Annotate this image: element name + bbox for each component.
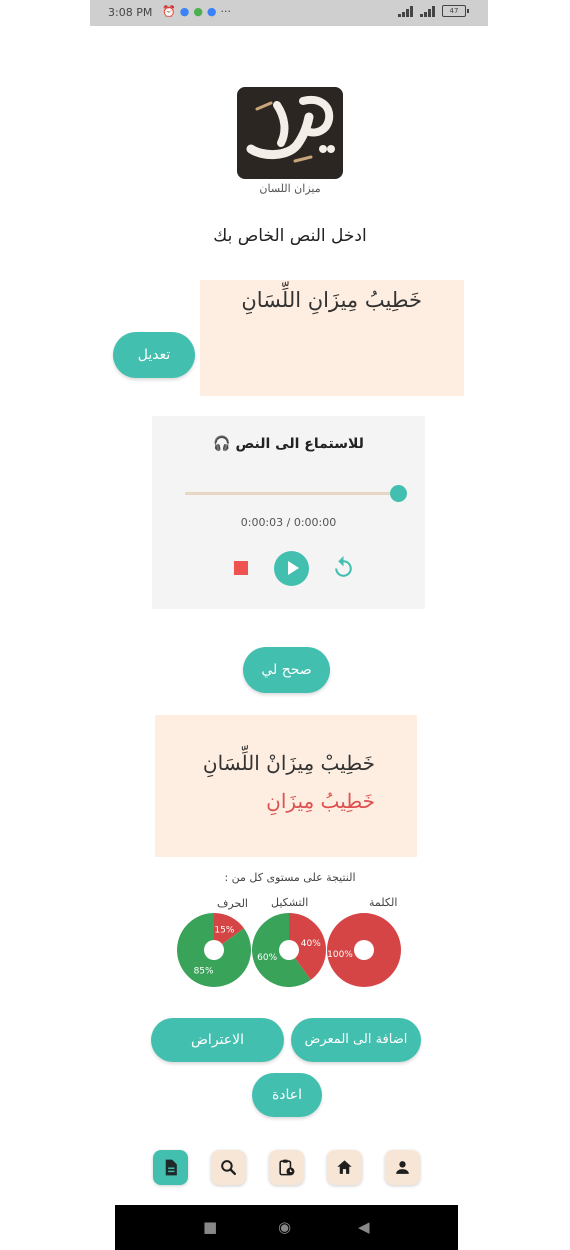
chart-title-word: الكلمة <box>369 896 398 909</box>
play-icon[interactable] <box>274 551 309 586</box>
donut-svg: 40% 60% <box>252 913 326 987</box>
donut-label-incorrect: 40% <box>301 939 321 949</box>
more-dots-icon: ··· <box>220 5 232 18</box>
result-correct-line: خَطِيبْ مِيزَانْ اللِّسَانِ <box>202 751 375 775</box>
correct-me-button[interactable]: صحح لي <box>243 647 330 693</box>
recents-icon[interactable]: ■ <box>203 1218 217 1236</box>
headphones-icon: 🎧 <box>213 436 231 452</box>
donut-svg: 100% <box>327 913 401 987</box>
donut-hole <box>279 940 299 960</box>
donut-label-correct: 85% <box>194 966 214 976</box>
donut-label-correct: 60% <box>257 953 277 963</box>
status-bar: 3:08 PM ⏰ ● ● ● ··· 47 <box>90 0 488 26</box>
logo-calligraphy <box>246 96 335 163</box>
stop-icon[interactable] <box>234 561 248 575</box>
app-icon-green: ● <box>193 5 203 18</box>
edit-button[interactable]: تعديل <box>113 332 195 378</box>
input-text: خَطِيبُ مِيزَانِ اللِّسَانِ <box>241 288 422 312</box>
donut-chart-word: 100% <box>326 912 402 988</box>
audio-title: للاستماع الى النص <box>235 436 364 452</box>
result-box: خَطِيبْ مِيزَانْ اللِّسَانِ خَطِيبُ مِيز… <box>155 715 417 857</box>
back-icon[interactable]: ◀ <box>358 1218 370 1236</box>
alarm-icon: ⏰ <box>162 5 176 18</box>
donut-chart-diacritics: 40% 60% <box>251 912 327 988</box>
audio-time: 0:00:03 / 0:00:00 <box>240 516 337 529</box>
replay-icon[interactable] <box>331 555 356 580</box>
signal-icon <box>398 5 414 17</box>
audio-scrubber[interactable] <box>390 485 407 502</box>
app-icon-blue-2: ● <box>206 5 217 18</box>
donut-label-incorrect: 15% <box>214 926 234 936</box>
audio-track[interactable] <box>185 492 400 495</box>
donut-hole <box>354 940 374 960</box>
chart-title-diacritics: التشكيل <box>271 896 309 909</box>
person-icon[interactable] <box>385 1150 420 1185</box>
logo-subtitle: ميزان اللسان <box>259 182 321 195</box>
clipboard-clock-icon[interactable] <box>269 1150 304 1185</box>
donut-chart-letter: 15% 85% <box>176 912 252 988</box>
donut-label-incorrect: 100% <box>327 950 353 960</box>
system-navigation-bar: ■ ◉ ◀ <box>115 1205 458 1250</box>
add-to-gallery-button[interactable]: اضافة الى المعرض <box>291 1018 421 1062</box>
signal-icon-2 <box>420 5 436 17</box>
audio-player: للاستماع الى النص 🎧 0:00:03 / 0:00:00 <box>152 416 425 609</box>
home-system-icon[interactable]: ◉ <box>278 1218 291 1236</box>
document-icon[interactable] <box>153 1150 188 1185</box>
levels-label: النتيجة على مستوى كل من : <box>224 871 356 884</box>
text-input-box[interactable]: خَطِيبُ مِيزَانِ اللِّسَانِ <box>200 280 464 396</box>
home-icon[interactable] <box>327 1150 362 1185</box>
app-logo <box>237 87 343 179</box>
objection-button[interactable]: الاعتراض <box>151 1018 284 1062</box>
battery-icon: 47 <box>442 5 469 17</box>
input-prompt: ادخل النص الخاص بك <box>213 226 367 246</box>
search-icon[interactable] <box>211 1150 246 1185</box>
result-error-line: خَطِيبُ مِيزَانِ <box>266 789 375 813</box>
chart-title-letter: الحرف <box>217 897 248 910</box>
donut-svg: 15% 85% <box>177 913 251 987</box>
app-icon-blue: ● <box>179 5 190 18</box>
donut-hole <box>204 940 224 960</box>
reset-button[interactable]: اعادة <box>252 1073 322 1117</box>
status-time: 3:08 PM <box>108 6 153 19</box>
